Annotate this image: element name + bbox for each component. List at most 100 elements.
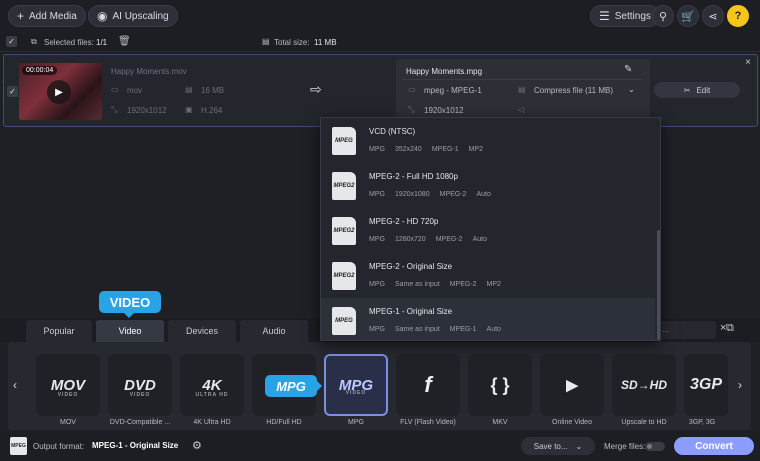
format-tile-mov[interactable]: MOV VIDEO bbox=[36, 354, 100, 416]
help-icon[interactable]: ? bbox=[727, 5, 749, 27]
format-label: MKV bbox=[492, 419, 508, 426]
mpg-badge: MPG bbox=[265, 375, 322, 397]
total-size-icon: ▤ bbox=[262, 37, 270, 46]
merge-files-toggle[interactable] bbox=[645, 442, 665, 451]
convert-button[interactable]: Convert bbox=[674, 437, 754, 455]
add-media-button[interactable]: + Add Media bbox=[8, 5, 86, 27]
mov-logo: MOV bbox=[50, 376, 86, 394]
preset-option[interactable]: MPEG2 MPEG-2 - Original Size MPG Same as … bbox=[321, 253, 655, 298]
compress-icon: ▤ bbox=[518, 85, 526, 94]
mpeg-file-icon: MPEG bbox=[332, 307, 356, 335]
preset-specs: MPG Same as input MPEG-1 Auto bbox=[369, 326, 501, 333]
edit-label: Edit bbox=[696, 85, 711, 95]
selected-files-icon: ⧉ bbox=[31, 37, 37, 46]
preset-specs: MPG 1920x1080 MPEG-2 Auto bbox=[369, 191, 491, 198]
preset-option[interactable]: MPEG2 MPEG-2 - Full HD 1080p MPG 1920x108… bbox=[321, 163, 655, 208]
settings-icon: ☰ bbox=[599, 9, 610, 23]
selected-files-label: Selected files: bbox=[44, 38, 94, 47]
gear-icon[interactable]: ⚙ bbox=[192, 439, 202, 452]
format-label: Online Video bbox=[552, 419, 592, 426]
share-icon[interactable]: ⋖ bbox=[702, 5, 724, 27]
preset-option-selected[interactable]: MPEG MPEG-1 - Original Size MPG Same as i… bbox=[321, 298, 655, 340]
scrollbar-thumb[interactable] bbox=[657, 230, 660, 340]
file-checkbox[interactable]: ✓ bbox=[7, 86, 18, 97]
total-size-label: Total size: bbox=[274, 38, 310, 47]
source-resolution: 1920x1012 bbox=[127, 106, 167, 115]
format-tile-4k[interactable]: 4K ULTRA HD bbox=[180, 354, 244, 416]
convert-arrow-icon: ⇨ bbox=[310, 81, 322, 97]
close-icon[interactable]: × bbox=[745, 57, 751, 68]
preset-specs: MPG Same as input MPEG-2 MP2 bbox=[369, 281, 501, 288]
tab-popular[interactable]: Popular bbox=[26, 320, 92, 342]
plus-icon: + bbox=[17, 9, 25, 23]
select-all-checkbox[interactable]: ✓ bbox=[6, 36, 17, 47]
format-tile-flv[interactable]: f bbox=[396, 354, 460, 416]
preset-icon[interactable]: ⧉ bbox=[726, 322, 734, 335]
format-label: DVD-Compatible ... bbox=[109, 419, 171, 426]
format-tile-mpg[interactable]: MPG VIDEO bbox=[324, 354, 388, 416]
tab-audio[interactable]: Audio bbox=[240, 320, 308, 342]
format-tile-3gp[interactable]: 3GP bbox=[684, 354, 728, 416]
format-tile-dvd[interactable]: DVD VIDEO bbox=[108, 354, 172, 416]
key-icon[interactable]: ⚲ bbox=[652, 5, 674, 27]
output-format-value[interactable]: MPEG-1 - Original Size bbox=[92, 441, 178, 450]
rename-icon[interactable]: ✎ bbox=[624, 64, 632, 75]
output-format-icon: MPEG bbox=[10, 437, 27, 455]
cart-icon[interactable]: 🛒 bbox=[677, 5, 699, 27]
edit-button[interactable]: ✂ Edit bbox=[654, 82, 740, 98]
source-size: 16 MB bbox=[201, 86, 225, 95]
scroll-left-icon[interactable]: ‹ bbox=[13, 378, 17, 392]
output-format[interactable]: mpeg - MPEG-1 bbox=[424, 86, 482, 95]
source-codec: H.264 bbox=[201, 106, 223, 115]
video-thumbnail[interactable]: 00:00:04 ▶ bbox=[19, 63, 102, 120]
scroll-right-icon[interactable]: › bbox=[738, 378, 742, 392]
preset-specs: MPG 1280x720 MPEG-2 Auto bbox=[369, 236, 487, 243]
container-icon: ▭ bbox=[111, 85, 119, 94]
preset-name: MPEG-1 - Original Size bbox=[369, 307, 453, 316]
preset-option[interactable]: MPEG VCD (NTSC) MPG 352x240 MPEG-1 MP2 bbox=[321, 118, 655, 163]
tab-popular-label: Popular bbox=[43, 326, 75, 336]
tab-video[interactable]: Video bbox=[96, 320, 164, 342]
tab-video-label: Video bbox=[118, 326, 142, 336]
flash-icon: f bbox=[424, 372, 432, 397]
video-badge: VIDEO bbox=[99, 291, 161, 318]
mpeg2-file-icon: MPEG2 bbox=[332, 172, 356, 200]
scissors-icon: ✂ bbox=[683, 85, 691, 95]
merge-files-label: Merge files: bbox=[604, 442, 646, 451]
ai-upscaling-button[interactable]: ◉ AI Upscaling bbox=[88, 5, 178, 27]
output-panel: Happy Moments.mpg ✎ ▭ mpeg - MPEG-1 ▤ Co… bbox=[396, 59, 650, 121]
format-label: MOV bbox=[60, 419, 76, 426]
tab-audio-label: Audio bbox=[262, 326, 286, 336]
format-tile-online-video[interactable]: ▶ bbox=[540, 354, 604, 416]
search-field[interactable]: ... bbox=[660, 321, 716, 339]
preset-name: VCD (NTSC) bbox=[369, 127, 416, 136]
trash-icon[interactable]: 🗑 bbox=[118, 36, 131, 47]
preset-option[interactable]: MPEG2 MPEG-2 - HD 720p MPG 1280x720 MPEG-2… bbox=[321, 208, 655, 253]
ai-icon: ◉ bbox=[97, 9, 108, 23]
format-tile-mkv[interactable]: { } bbox=[468, 354, 532, 416]
mpeg2-file-icon: MPEG2 bbox=[332, 217, 356, 245]
3gp-logo: 3GP bbox=[689, 376, 722, 393]
mpeg2-file-icon: MPEG2 bbox=[332, 262, 356, 290]
files-bar: ✓ ⧉ Selected files: 1/1 🗑 ▤ Total size: … bbox=[0, 32, 760, 52]
tab-devices[interactable]: Devices bbox=[168, 320, 236, 342]
duration-badge: 00:00:04 bbox=[22, 66, 58, 75]
save-to-button[interactable]: Save to... ⌄ bbox=[521, 437, 595, 455]
settings-button[interactable]: ☰ Settings bbox=[590, 5, 660, 27]
video-tag: VIDEO bbox=[129, 392, 151, 398]
tab-devices-label: Devices bbox=[185, 326, 218, 336]
video-tag: VIDEO bbox=[57, 392, 79, 398]
output-resolution: 1920x1012 bbox=[424, 106, 464, 115]
format-label: 3GP, 3G bbox=[688, 419, 716, 426]
compress-dropdown[interactable]: Compress file (11 MB) bbox=[534, 86, 613, 95]
format-icon: ▭ bbox=[408, 85, 416, 94]
play-icon[interactable]: ▶ bbox=[47, 80, 71, 104]
format-tile-upscale-hd[interactable]: SD→HD bbox=[612, 354, 676, 416]
preset-name: MPEG-2 - HD 720p bbox=[369, 217, 439, 226]
dvd-logo: DVD bbox=[124, 376, 156, 394]
chevron-down-icon: ⌄ bbox=[575, 441, 583, 451]
resolution-icon: ⤡ bbox=[111, 105, 118, 114]
preset-dropdown[interactable]: MPEG VCD (NTSC) MPG 352x240 MPEG-1 MP2 MPEG… bbox=[320, 117, 661, 341]
preset-name: MPEG-2 - Original Size bbox=[369, 262, 453, 271]
chevron-down-icon[interactable]: ⌄ bbox=[628, 85, 635, 94]
